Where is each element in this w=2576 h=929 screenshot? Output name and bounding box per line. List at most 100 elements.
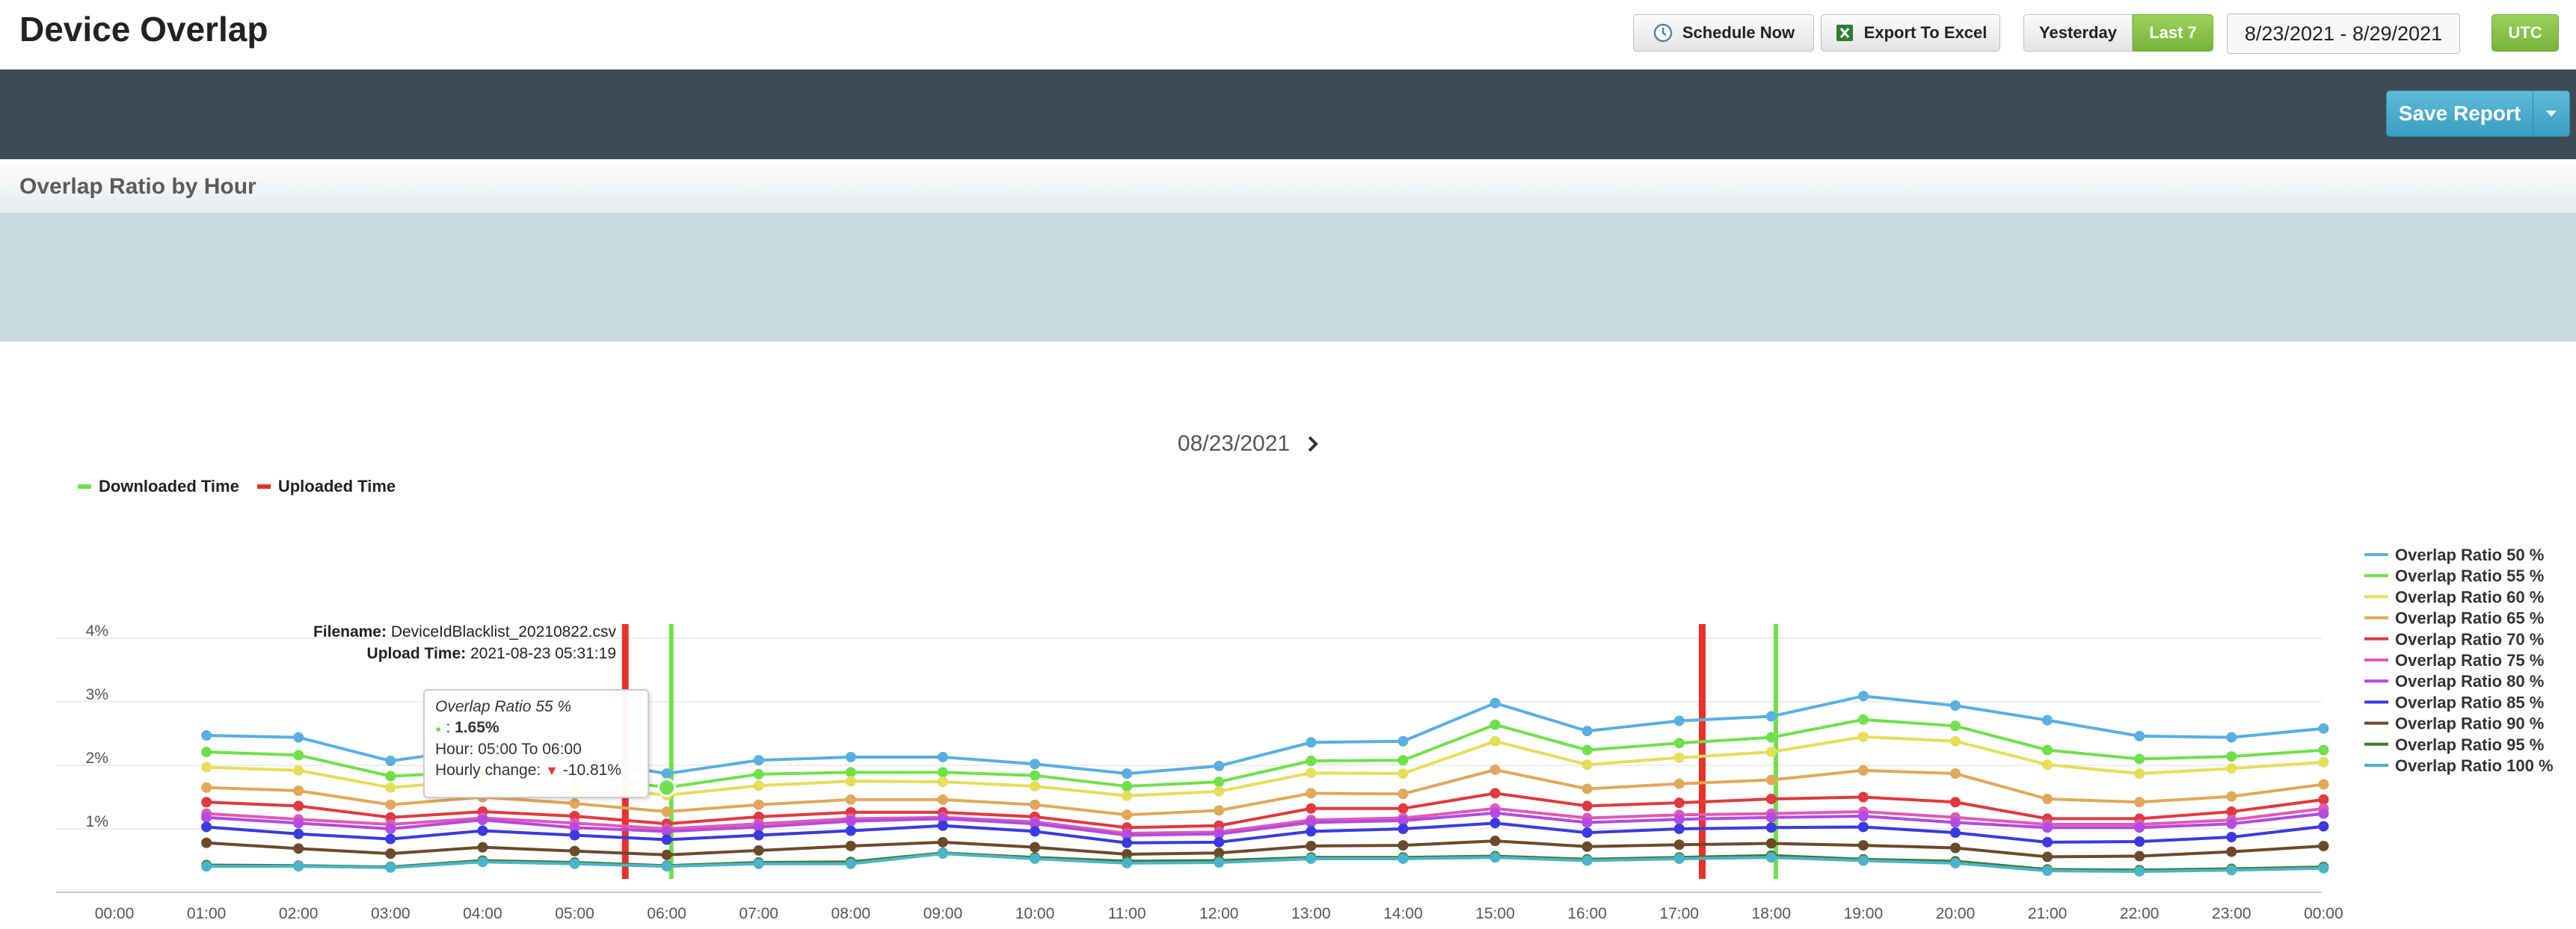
tooltip-title: Overlap Ratio 55 % bbox=[435, 698, 572, 715]
upload-time-label: Upload Time: bbox=[366, 645, 467, 662]
data-point bbox=[1122, 857, 1133, 868]
tooltip-change-label: Hourly change: bbox=[435, 762, 541, 779]
legend-label: Overlap Ratio 95 % bbox=[2395, 735, 2544, 754]
data-point bbox=[1765, 774, 1777, 786]
data-point bbox=[1122, 837, 1133, 848]
highlighted-point bbox=[657, 778, 677, 797]
overlap-ratio-chart: 1% 2% 3% 4% 00:00 01:00 02:00 03:00 04:00 05:00 06… bbox=[56, 546, 2554, 922]
data-point bbox=[1214, 857, 1225, 868]
series-dot-icon: ● bbox=[435, 723, 442, 735]
legend-label: Overlap Ratio 60 % bbox=[2395, 587, 2544, 606]
data-point bbox=[201, 762, 212, 773]
data-point bbox=[2042, 865, 2053, 877]
data-point bbox=[293, 828, 304, 839]
data-point bbox=[1490, 697, 1501, 709]
data-point bbox=[1398, 824, 1409, 834]
data-point bbox=[477, 842, 488, 853]
tooltip-point-prefix: : bbox=[446, 719, 451, 736]
data-point bbox=[2318, 821, 2329, 832]
data-point bbox=[1673, 824, 1685, 834]
data-point bbox=[385, 824, 396, 834]
x-tick-label: 14:00 bbox=[1383, 905, 1423, 922]
data-point bbox=[1398, 768, 1409, 780]
data-point bbox=[1490, 764, 1501, 775]
data-point bbox=[2226, 865, 2237, 876]
data-point bbox=[2318, 723, 2329, 734]
data-point bbox=[661, 834, 672, 845]
data-point bbox=[2042, 715, 2053, 726]
data-point bbox=[2226, 846, 2237, 857]
data-point bbox=[385, 771, 396, 782]
x-tick-label: 03:00 bbox=[371, 905, 411, 922]
legend-label: Overlap Ratio 55 % bbox=[2395, 567, 2544, 585]
data-point bbox=[1030, 842, 1040, 853]
filename-label: Filename: bbox=[313, 623, 387, 641]
y-tick-label: 1% bbox=[86, 813, 108, 830]
data-point bbox=[1398, 788, 1409, 800]
data-point bbox=[1673, 738, 1685, 749]
data-point bbox=[293, 732, 304, 743]
data-point bbox=[1306, 756, 1317, 767]
data-point bbox=[1857, 840, 1869, 851]
y-tick-label: 3% bbox=[86, 686, 108, 703]
data-point bbox=[845, 825, 856, 836]
x-tick-label: 16:00 bbox=[1567, 905, 1607, 922]
data-point bbox=[2134, 851, 2145, 862]
legend-label: Overlap Ratio 50 % bbox=[2395, 546, 2544, 564]
data-point bbox=[2042, 836, 2053, 848]
data-point bbox=[1581, 841, 1593, 852]
data-point bbox=[845, 840, 856, 851]
data-point bbox=[1490, 807, 1501, 818]
data-point bbox=[1214, 777, 1225, 788]
data-point bbox=[201, 821, 212, 833]
x-tick-label: 07:00 bbox=[739, 905, 778, 922]
data-point bbox=[293, 765, 304, 776]
data-point bbox=[937, 767, 948, 778]
data-point bbox=[2318, 744, 2329, 756]
data-point bbox=[1214, 786, 1225, 797]
legend-label: Overlap Ratio 75 % bbox=[2395, 651, 2544, 670]
data-point bbox=[293, 800, 304, 812]
data-point bbox=[1030, 853, 1040, 864]
data-point bbox=[1122, 790, 1133, 801]
data-point bbox=[1122, 809, 1133, 821]
data-point bbox=[1214, 836, 1225, 848]
x-tick-label: 05:00 bbox=[555, 905, 594, 922]
file-info: Filename: DeviceIdBlacklist_20210822.csv… bbox=[187, 621, 616, 664]
data-point bbox=[1950, 700, 1961, 712]
data-point bbox=[1765, 822, 1777, 833]
data-point bbox=[753, 768, 764, 780]
data-point bbox=[385, 862, 396, 873]
x-tick-label: 09:00 bbox=[923, 905, 963, 922]
data-point bbox=[845, 815, 856, 827]
x-tick-label: 12:00 bbox=[1199, 905, 1239, 922]
data-point bbox=[1306, 737, 1317, 748]
data-point bbox=[1030, 799, 1040, 810]
x-tick-label: 17:00 bbox=[1659, 905, 1699, 922]
data-point bbox=[1398, 735, 1409, 747]
data-point bbox=[753, 845, 764, 856]
data-point bbox=[1490, 735, 1501, 747]
data-point bbox=[385, 799, 396, 810]
data-point bbox=[2226, 818, 2237, 830]
data-point bbox=[1306, 768, 1317, 779]
data-point bbox=[2042, 759, 2053, 771]
data-point bbox=[1765, 711, 1777, 722]
legend-label: Overlap Ratio 80 % bbox=[2395, 672, 2544, 691]
data-point bbox=[1950, 857, 1961, 868]
data-point bbox=[2042, 744, 2053, 756]
data-point bbox=[2042, 822, 2053, 833]
data-point bbox=[201, 747, 212, 758]
data-point bbox=[293, 843, 304, 854]
x-tick-label: 20:00 bbox=[1936, 905, 1976, 922]
data-point bbox=[1581, 827, 1593, 839]
data-point bbox=[1490, 852, 1501, 863]
data-point bbox=[1581, 783, 1593, 794]
x-tick-label: 01:00 bbox=[187, 905, 227, 922]
data-point bbox=[385, 833, 396, 845]
data-point bbox=[661, 806, 672, 818]
x-tick-label: 10:00 bbox=[1015, 905, 1055, 922]
data-point bbox=[2134, 730, 2145, 741]
data-point bbox=[845, 794, 856, 805]
series-line bbox=[206, 852, 2324, 873]
